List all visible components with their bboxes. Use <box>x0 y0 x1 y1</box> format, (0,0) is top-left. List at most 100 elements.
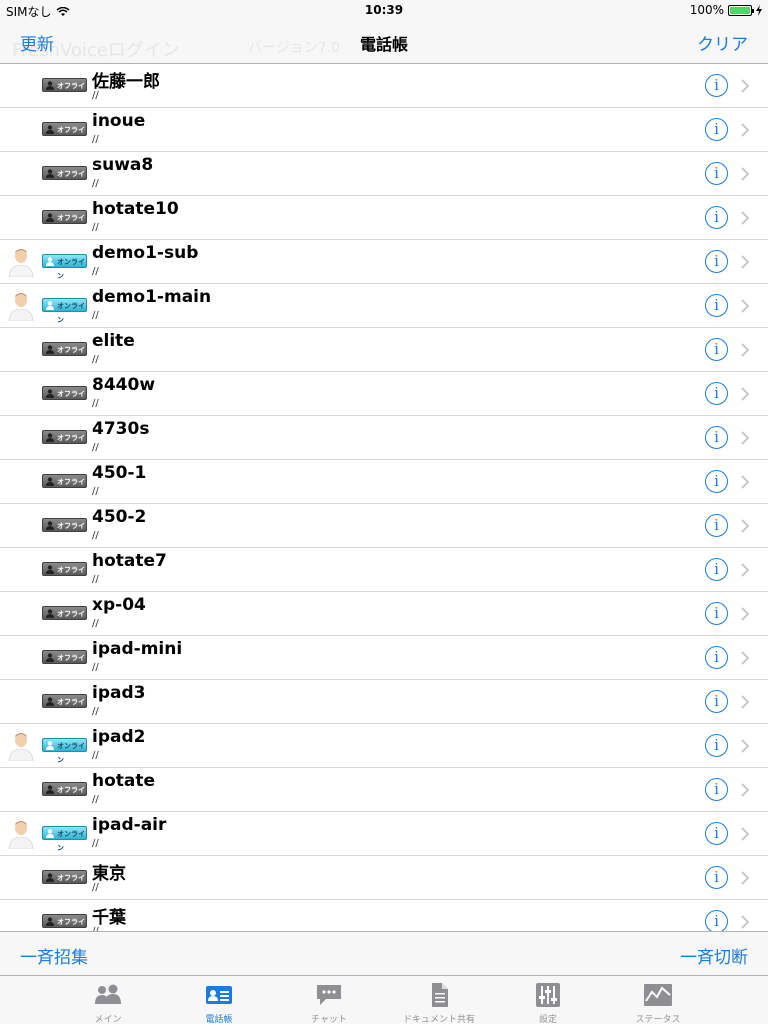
person-icon <box>46 741 54 750</box>
page-title: 電話帳 <box>359 35 408 54</box>
info-icon[interactable]: i <box>705 558 728 581</box>
tab-chat-bubble[interactable]: チャット <box>279 976 379 1024</box>
tab-label: 設定 <box>538 1015 557 1024</box>
offline-status-badge: オフライン <box>42 914 87 928</box>
contact-detail: // <box>92 398 99 409</box>
contact-row[interactable]: オフライン inoue // i <box>0 108 768 152</box>
call-all-button[interactable]: 一斉招集 <box>20 943 88 968</box>
info-icon[interactable]: i <box>705 250 728 273</box>
offline-status-badge: オフライン <box>42 870 87 896</box>
status-label: オフライン <box>57 566 85 588</box>
info-icon[interactable]: i <box>705 74 728 97</box>
contact-name: ipad-mini <box>92 639 183 659</box>
tab-label: メイン <box>94 1015 122 1024</box>
contact-row[interactable]: オフライン ipad3 // i <box>0 680 768 724</box>
contact-name: suwa8 <box>92 155 154 175</box>
contact-detail: // <box>92 618 99 629</box>
info-icon[interactable]: i <box>705 646 728 669</box>
contact-list[interactable]: オフライン 佐藤一郎//i オフライン inoue//i オフライン suwa8//i オフ… <box>0 64 768 931</box>
person-icon <box>46 697 54 706</box>
contact-row[interactable]: オフライン千葉//i <box>0 900 768 931</box>
status-label: オフライン <box>57 390 85 412</box>
tab-status-graph[interactable]: ステータス <box>608 976 708 1024</box>
person-icon <box>46 125 54 134</box>
tab-document[interactable]: ドキュメント共有 <box>389 976 489 1024</box>
info-icon[interactable]: i <box>705 426 728 449</box>
offline-status-badge: オフライン <box>42 606 87 632</box>
chevron-right-icon <box>738 472 752 492</box>
contact-name: xp-04 <box>92 595 146 615</box>
chevron-right-icon <box>738 208 752 228</box>
info-icon[interactable]: i <box>705 734 728 757</box>
info-icon[interactable]: i <box>705 382 728 405</box>
disconnect-all-button[interactable]: 一斉切断 <box>680 943 748 968</box>
status-label: オフライン <box>57 874 85 896</box>
avatar-icon <box>7 819 35 850</box>
person-icon <box>46 829 54 838</box>
contact-row[interactable]: オフライン xp-04 // i <box>0 592 768 636</box>
contact-name: elite <box>92 331 135 351</box>
contact-row[interactable]: オンライン demo1-main // i <box>0 284 768 328</box>
clear-button[interactable]: クリア <box>697 30 748 55</box>
avatar-icon <box>7 731 35 762</box>
contact-row[interactable]: オフライン 佐藤一郎// i <box>0 64 768 108</box>
contact-row[interactable]: オフライン hotate10 // i <box>0 196 768 240</box>
tab-people[interactable]: メイン <box>58 976 158 1024</box>
contact-detail: // <box>92 706 99 717</box>
contact-row[interactable]: オフライン suwa8 // i <box>0 152 768 196</box>
contact-row[interactable]: オフライン hotate7 // i <box>0 548 768 592</box>
chevron-right-icon <box>738 76 752 96</box>
person-icon <box>46 653 54 662</box>
contact-detail: // <box>92 354 99 365</box>
info-icon[interactable]: i <box>705 690 728 713</box>
info-icon[interactable]: i <box>705 822 728 845</box>
contact-row[interactable]: オフライン 450-2 // i <box>0 504 768 548</box>
tab-bar: メイン 電話帳 チャット ドキュメント共有 設定 ステータス <box>0 975 768 1024</box>
contact-detail: // <box>92 266 99 277</box>
contact-row[interactable]: オフライン 東京// i <box>0 856 768 900</box>
info-icon[interactable]: i <box>705 294 728 317</box>
offline-status-badge: オフライン <box>42 474 87 500</box>
contact-row[interactable]: オフライン 8440w // i <box>0 372 768 416</box>
person-icon <box>46 609 54 618</box>
contact-row[interactable]: オンライン ipad-air // i <box>0 812 768 856</box>
tab-sliders[interactable]: 設定 <box>498 976 598 1024</box>
chevron-right-icon <box>738 384 752 404</box>
offline-status-badge: オフライン <box>42 78 87 104</box>
info-icon[interactable]: i <box>705 118 728 141</box>
chevron-right-icon <box>738 692 752 712</box>
contact-detail: // <box>92 442 99 453</box>
info-icon[interactable]: i <box>705 778 728 801</box>
status-label: オンライン <box>57 302 85 324</box>
contact-row[interactable]: オンライン ipad2 // i <box>0 724 768 768</box>
tab-label: 電話帳 <box>205 1015 233 1024</box>
info-icon[interactable]: i <box>705 470 728 493</box>
battery-icon <box>728 4 754 16</box>
info-icon[interactable]: i <box>705 206 728 229</box>
battery-percent: 100% <box>689 3 724 17</box>
offline-status-badge: オフライン <box>42 166 87 192</box>
info-icon[interactable]: i <box>705 602 728 625</box>
tab-contact-card[interactable]: 電話帳 <box>169 976 269 1024</box>
status-label: オフライン <box>57 82 85 104</box>
info-icon[interactable]: i <box>705 910 728 931</box>
person-icon <box>46 521 54 530</box>
contact-row[interactable]: オフライン elite // i <box>0 328 768 372</box>
info-icon[interactable]: i <box>705 866 728 889</box>
contact-row[interactable]: オンライン demo1-sub // i <box>0 240 768 284</box>
contact-row[interactable]: オフライン ipad-mini // i <box>0 636 768 680</box>
status-label: オフライン <box>57 170 85 192</box>
info-icon[interactable]: i <box>705 162 728 185</box>
contact-row[interactable]: オフライン 450-1 // i <box>0 460 768 504</box>
contact-row[interactable]: オフライン 4730s // i <box>0 416 768 460</box>
chevron-right-icon <box>738 868 752 888</box>
info-icon[interactable]: i <box>705 514 728 537</box>
contact-row[interactable]: オフライン hotate // i <box>0 768 768 812</box>
info-icon[interactable]: i <box>705 338 728 361</box>
status-label: オフライン <box>57 126 85 148</box>
avatar-icon <box>7 247 35 278</box>
contact-name: hotate <box>92 771 156 791</box>
chevron-right-icon <box>738 912 752 931</box>
status-label: オフライン <box>57 522 85 544</box>
contact-detail: // <box>92 310 99 321</box>
